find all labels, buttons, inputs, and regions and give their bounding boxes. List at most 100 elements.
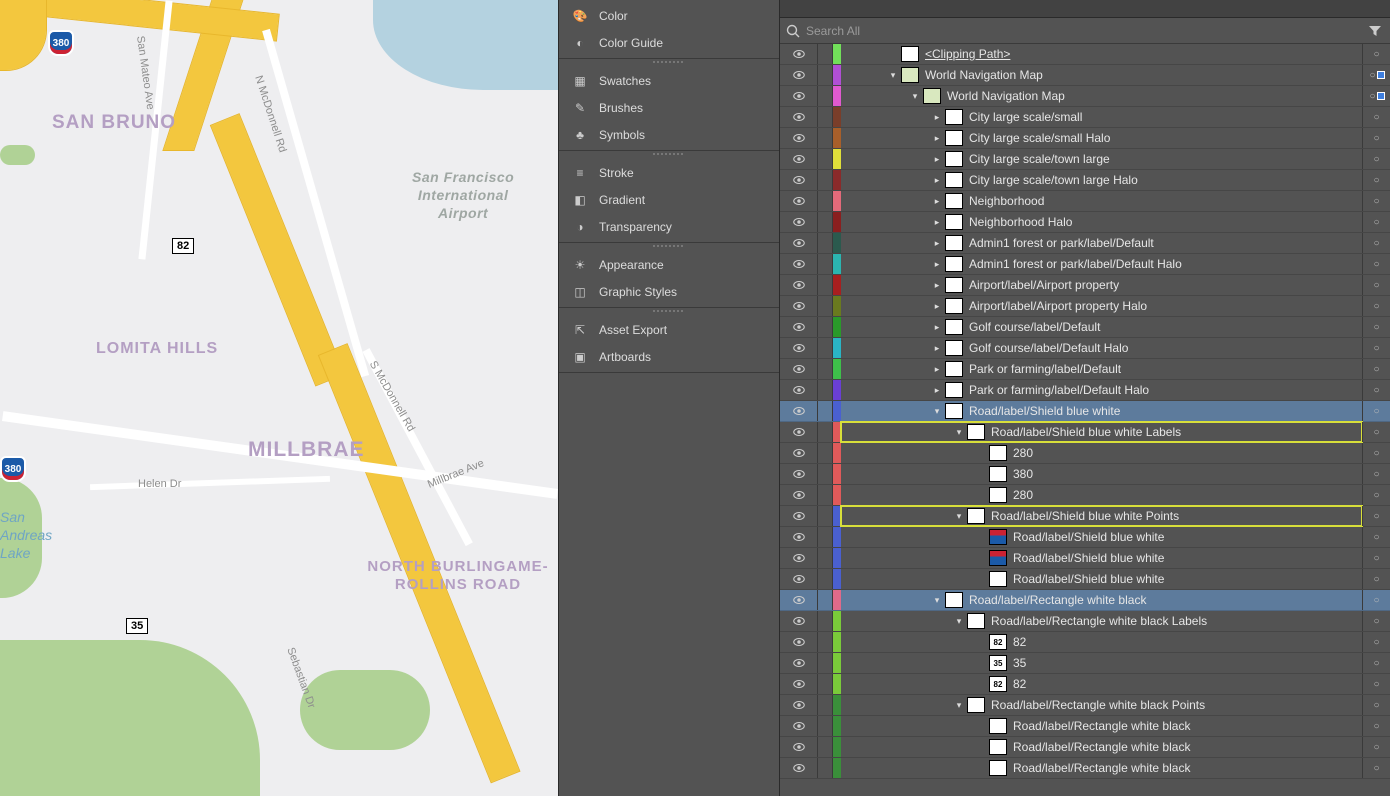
visibility-toggle[interactable] xyxy=(780,149,818,169)
visibility-toggle[interactable] xyxy=(780,107,818,127)
visibility-toggle[interactable] xyxy=(780,422,818,442)
visibility-toggle[interactable] xyxy=(780,212,818,232)
lock-toggle[interactable] xyxy=(818,632,833,652)
layer-name[interactable]: Park or farming/label/Default xyxy=(969,362,1362,376)
visibility-toggle[interactable] xyxy=(780,506,818,526)
visibility-toggle[interactable] xyxy=(780,296,818,316)
lock-toggle[interactable] xyxy=(818,149,833,169)
visibility-toggle[interactable] xyxy=(780,170,818,190)
target-indicator[interactable]: ○ xyxy=(1362,254,1390,274)
disclosure-arrow[interactable]: ▾ xyxy=(907,91,923,102)
disclosure-arrow[interactable]: ▸ xyxy=(929,133,945,144)
panel-brushes[interactable]: ✎Brushes xyxy=(559,94,779,121)
disclosure-arrow[interactable]: ▾ xyxy=(929,595,945,606)
lock-toggle[interactable] xyxy=(818,65,833,85)
lock-toggle[interactable] xyxy=(818,191,833,211)
visibility-toggle[interactable] xyxy=(780,233,818,253)
disclosure-arrow[interactable]: ▾ xyxy=(929,406,945,417)
layer-row[interactable]: ▸Airport/label/Airport property Halo○ xyxy=(780,296,1390,317)
visibility-toggle[interactable] xyxy=(780,254,818,274)
disclosure-arrow[interactable]: ▾ xyxy=(951,427,967,438)
panel-transparency[interactable]: ◑Transparency xyxy=(559,213,779,240)
layer-row[interactable]: ▾Road/label/Rectangle white black Labels… xyxy=(780,611,1390,632)
layer-name[interactable]: Road/label/Shield blue white xyxy=(1013,551,1362,565)
lock-toggle[interactable] xyxy=(818,275,833,295)
layer-name[interactable]: 280 xyxy=(1013,446,1362,460)
lock-toggle[interactable] xyxy=(818,128,833,148)
panel-tabs[interactable] xyxy=(780,0,1390,18)
target-indicator[interactable]: ○ xyxy=(1362,758,1390,778)
target-indicator[interactable]: ○ xyxy=(1362,170,1390,190)
lock-toggle[interactable] xyxy=(818,758,833,778)
visibility-toggle[interactable] xyxy=(780,128,818,148)
target-indicator[interactable]: ○ xyxy=(1362,44,1390,64)
visibility-toggle[interactable] xyxy=(780,653,818,673)
visibility-toggle[interactable] xyxy=(780,191,818,211)
layer-name[interactable]: Admin1 forest or park/label/Default xyxy=(969,236,1362,250)
target-indicator[interactable]: ○ xyxy=(1362,380,1390,400)
visibility-toggle[interactable] xyxy=(780,632,818,652)
disclosure-arrow[interactable]: ▸ xyxy=(929,154,945,165)
visibility-toggle[interactable] xyxy=(780,611,818,631)
layer-name[interactable]: Neighborhood xyxy=(969,194,1362,208)
panel-color[interactable]: 🎨Color xyxy=(559,2,779,29)
lock-toggle[interactable] xyxy=(818,380,833,400)
lock-toggle[interactable] xyxy=(818,422,833,442)
disclosure-arrow[interactable]: ▸ xyxy=(929,322,945,333)
disclosure-arrow[interactable]: ▸ xyxy=(929,385,945,396)
lock-toggle[interactable] xyxy=(818,611,833,631)
layer-name[interactable]: City large scale/small Halo xyxy=(969,131,1362,145)
visibility-toggle[interactable] xyxy=(780,86,818,106)
layer-name[interactable]: City large scale/town large xyxy=(969,152,1362,166)
layer-row[interactable]: ▸ Park or farming/label/Default Halo○ xyxy=(780,380,1390,401)
lock-toggle[interactable] xyxy=(818,548,833,568)
target-indicator[interactable]: ○ xyxy=(1362,86,1390,106)
disclosure-arrow[interactable]: ▾ xyxy=(951,700,967,711)
disclosure-arrow[interactable]: ▸ xyxy=(929,175,945,186)
target-indicator[interactable]: ○ xyxy=(1362,65,1390,85)
lock-toggle[interactable] xyxy=(818,695,833,715)
layer-row[interactable]: ▸ City large scale/town large○ xyxy=(780,149,1390,170)
layer-row[interactable]: 3535○ xyxy=(780,653,1390,674)
target-indicator[interactable]: ○ xyxy=(1362,107,1390,127)
lock-toggle[interactable] xyxy=(818,674,833,694)
visibility-toggle[interactable] xyxy=(780,716,818,736)
lock-toggle[interactable] xyxy=(818,170,833,190)
layer-name[interactable]: Road/label/Rectangle white black xyxy=(1013,719,1362,733)
layer-row[interactable]: ▾Road/label/Rectangle white black Points… xyxy=(780,695,1390,716)
visibility-toggle[interactable] xyxy=(780,401,818,421)
visibility-toggle[interactable] xyxy=(780,380,818,400)
lock-toggle[interactable] xyxy=(818,737,833,757)
target-indicator[interactable]: ○ xyxy=(1362,149,1390,169)
layer-row[interactable]: ▾Road/label/Shield blue white○ xyxy=(780,401,1390,422)
layer-name[interactable]: Road/label/Shield blue white Points xyxy=(991,509,1362,523)
layer-name[interactable]: <Clipping Path> xyxy=(925,47,1362,61)
visibility-toggle[interactable] xyxy=(780,737,818,757)
layer-row[interactable]: ▸City large scale/small○ xyxy=(780,107,1390,128)
layer-name[interactable]: Road/label/Shield blue white xyxy=(969,404,1362,418)
layer-list[interactable]: <Clipping Path>○▾World Navigation Map○▾W… xyxy=(780,44,1390,796)
layer-name[interactable]: Park or farming/label/Default Halo xyxy=(969,383,1362,397)
layer-name[interactable]: Road/label/Shield blue white xyxy=(1013,572,1362,586)
disclosure-arrow[interactable]: ▸ xyxy=(929,112,945,123)
lock-toggle[interactable] xyxy=(818,485,833,505)
disclosure-arrow[interactable]: ▾ xyxy=(885,70,901,81)
layer-row[interactable]: 280○ xyxy=(780,485,1390,506)
lock-toggle[interactable] xyxy=(818,716,833,736)
layer-name[interactable]: 380 xyxy=(1013,467,1362,481)
target-indicator[interactable]: ○ xyxy=(1362,590,1390,610)
disclosure-arrow[interactable]: ▾ xyxy=(951,616,967,627)
layer-name[interactable]: Golf course/label/Default xyxy=(969,320,1362,334)
visibility-toggle[interactable] xyxy=(780,674,818,694)
target-indicator[interactable]: ○ xyxy=(1362,317,1390,337)
lock-toggle[interactable] xyxy=(818,569,833,589)
layer-row[interactable]: ▸Neighborhood Halo○ xyxy=(780,212,1390,233)
target-indicator[interactable]: ○ xyxy=(1362,485,1390,505)
lock-toggle[interactable] xyxy=(818,44,833,64)
visibility-toggle[interactable] xyxy=(780,443,818,463)
disclosure-arrow[interactable]: ▸ xyxy=(929,364,945,375)
visibility-toggle[interactable] xyxy=(780,527,818,547)
layer-row[interactable]: ▸Airport/label/Airport property○ xyxy=(780,275,1390,296)
panel-gradient[interactable]: ◧Gradient xyxy=(559,186,779,213)
lock-toggle[interactable] xyxy=(818,233,833,253)
